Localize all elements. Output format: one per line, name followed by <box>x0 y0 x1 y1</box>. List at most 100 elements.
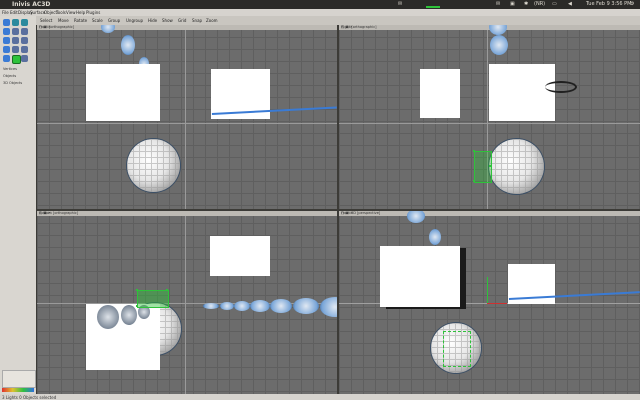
progress-indicator <box>426 6 440 8</box>
toolbar-ungroup[interactable]: Ungroup <box>126 18 143 23</box>
bluetooth-icon[interactable]: ✱ <box>524 1 528 7</box>
network-status[interactable]: (NR) <box>534 1 545 7</box>
selection-handle[interactable] <box>473 150 475 152</box>
viewport-header: Front 3D [perspective] ▢ ▣ ✕ <box>339 211 640 216</box>
mode-label: Objects <box>3 74 17 78</box>
color-palette[interactable] <box>2 388 34 392</box>
toolbar: Select Move Rotate Scale Group Ungroup H… <box>36 16 640 25</box>
disc-object[interactable] <box>101 25 115 33</box>
menu-help[interactable]: Help <box>76 10 85 15</box>
box-tool-icon[interactable] <box>3 37 10 44</box>
volume-icon[interactable]: ◀ <box>568 1 572 7</box>
disc-object[interactable] <box>293 298 319 314</box>
viewport-header: Bottom [orthographic] ▢ ▣ ✕ <box>37 211 337 216</box>
menu-file[interactable]: File <box>2 10 9 15</box>
disc-object[interactable] <box>407 211 425 223</box>
toolbar-hide[interactable]: Hide <box>148 18 157 23</box>
status-text: 3 Lights 0 Objects selected <box>2 395 57 400</box>
cylinder-tool-icon[interactable] <box>21 37 28 44</box>
selection-handle[interactable] <box>166 289 168 291</box>
poly-tool-icon[interactable] <box>3 46 10 53</box>
menu-edit[interactable]: Edit <box>10 10 18 15</box>
toolbar-group[interactable]: Group <box>108 18 120 23</box>
surface-tool-icon[interactable] <box>21 19 28 26</box>
selection-box[interactable] <box>474 151 492 183</box>
disc-object[interactable] <box>121 35 135 55</box>
mail-indicator-icon[interactable]: ✉ <box>496 1 500 7</box>
disc-object[interactable] <box>234 301 250 311</box>
chat-icon[interactable]: ▣ <box>510 1 515 7</box>
battery-icon[interactable]: ▭ <box>552 1 557 7</box>
tool-panel: Vertices Objects 3D Objects <box>0 16 36 400</box>
toolbar-select[interactable]: Select <box>40 18 52 23</box>
viewport-controls[interactable]: ▢ ▣ ✕ <box>39 211 335 215</box>
sphere-tool-icon[interactable] <box>12 37 19 44</box>
viewport-controls[interactable]: ▢ ▣ ✕ <box>341 211 638 215</box>
toolbar-move[interactable]: Move <box>58 18 69 23</box>
x-axis-line <box>487 303 507 304</box>
viewport-controls[interactable]: ▢ ▣ ✕ <box>39 25 335 29</box>
window-title: Inivis AC3D <box>12 1 51 8</box>
selection-box[interactable] <box>443 331 471 367</box>
toolbar-rotate[interactable]: Rotate <box>74 18 87 23</box>
selection-box[interactable] <box>137 290 169 308</box>
sphere-object[interactable] <box>489 139 544 194</box>
disc-object[interactable] <box>220 302 234 310</box>
vertex-tool-icon[interactable] <box>12 19 19 26</box>
select-tool-icon[interactable] <box>3 19 10 26</box>
menu-surface[interactable]: Surface <box>30 10 45 15</box>
line-tool-icon[interactable] <box>12 46 19 53</box>
disc-object[interactable] <box>203 303 219 309</box>
move-tool-icon[interactable] <box>3 28 10 35</box>
menu-tools[interactable]: Tools <box>56 10 66 15</box>
rotate-tool-icon[interactable] <box>12 28 19 35</box>
menu-bar: File Edit Display Surface Object Tools V… <box>0 9 640 16</box>
group-label: Vertices <box>3 67 17 71</box>
selection-handle[interactable] <box>473 180 475 182</box>
box-object[interactable] <box>86 64 160 121</box>
toolbar-zoom[interactable]: Zoom <box>206 18 218 23</box>
mail-icon[interactable]: ✉ <box>398 1 402 7</box>
ring-object[interactable] <box>545 81 577 93</box>
mesh-tool-icon[interactable] <box>21 46 28 53</box>
axis-line <box>37 303 337 304</box>
disc-object[interactable] <box>489 25 507 35</box>
light-tool-icon[interactable] <box>3 55 10 62</box>
gear-icon[interactable]: ⚙ <box>630 1 634 7</box>
toolbar-scale[interactable]: Scale <box>92 18 103 23</box>
disc-object[interactable] <box>270 299 292 313</box>
disc-object[interactable] <box>429 229 441 245</box>
viewport-front[interactable]: Front [orthographic] ▢ ▣ ✕ <box>37 25 337 209</box>
toolbar-grid[interactable]: Grid <box>178 18 186 23</box>
toolbar-snap[interactable]: Snap <box>192 18 202 23</box>
y-axis-line <box>487 277 488 303</box>
menu-view[interactable]: View <box>66 10 76 15</box>
disc-object[interactable] <box>490 35 508 55</box>
system-clock[interactable]: Tue Feb 9 3:56 PM <box>586 1 632 7</box>
system-top-bar: Inivis AC3D ✉ ✉ ▣ ✱ (NR) ▭ ◀ Tue Feb 9 3… <box>0 0 640 9</box>
viewport-bottom[interactable]: Bottom [orthographic] ▢ ▣ ✕ <box>37 211 337 394</box>
box-object[interactable] <box>380 246 460 307</box>
viewport-perspective[interactable]: Front 3D [perspective] ▢ ▣ ✕ <box>339 211 640 394</box>
scale-tool-icon[interactable] <box>21 28 28 35</box>
camera-tool-icon[interactable] <box>21 55 28 62</box>
disc-object[interactable] <box>121 305 137 325</box>
disc-object[interactable] <box>97 305 119 329</box>
selection-handle[interactable] <box>489 165 491 167</box>
disc-object[interactable] <box>250 300 270 312</box>
axis-line <box>339 123 640 124</box>
menu-plugins[interactable]: Plugins <box>86 10 100 15</box>
toolbar-show[interactable]: Show <box>162 18 173 23</box>
selection-handle[interactable] <box>136 289 138 291</box>
viewport-right[interactable]: Right [orthographic] ▢ ▣ ✕ <box>339 25 640 209</box>
viewport-header: Front [orthographic] ▢ ▣ ✕ <box>37 25 337 30</box>
status-bar: 3 Lights 0 Objects selected <box>0 394 640 400</box>
selection-handle[interactable] <box>136 305 138 307</box>
sphere-object[interactable] <box>127 139 180 192</box>
box-object[interactable] <box>420 69 460 118</box>
info-box <box>2 370 36 388</box>
disc-object[interactable] <box>320 297 337 317</box>
box-object[interactable] <box>489 64 555 121</box>
box-object[interactable] <box>210 236 270 276</box>
active-tool-icon[interactable] <box>12 55 21 64</box>
